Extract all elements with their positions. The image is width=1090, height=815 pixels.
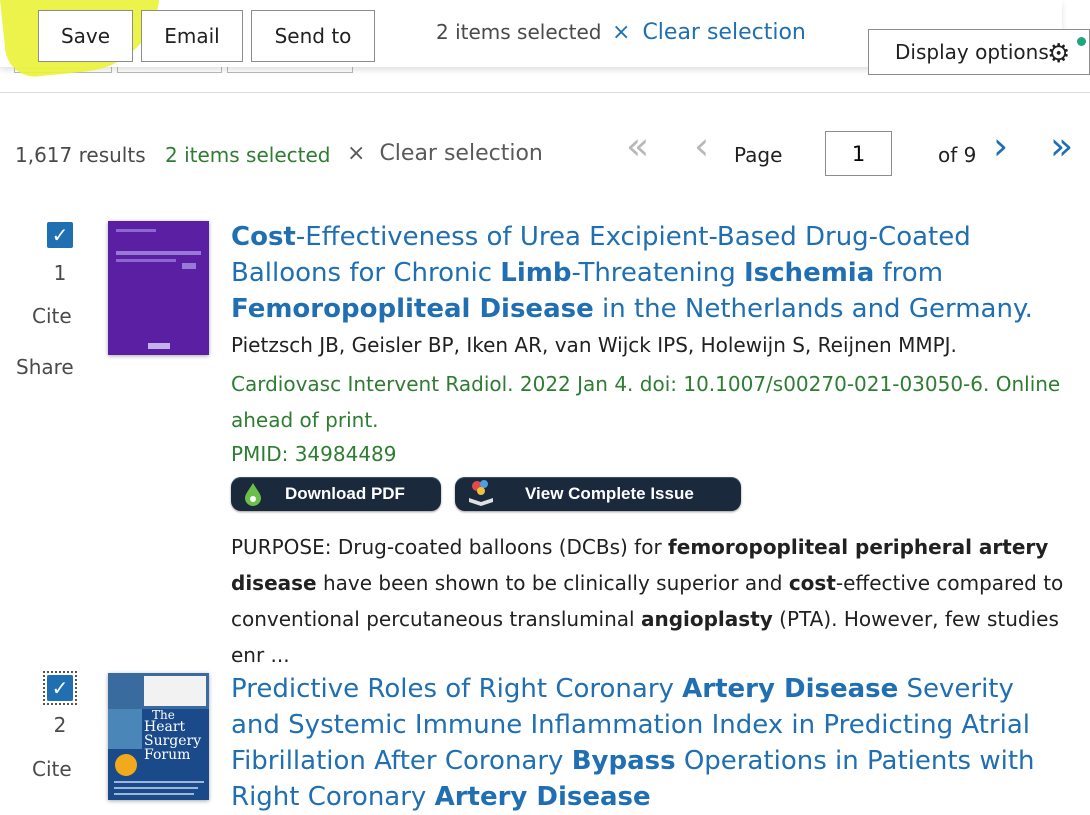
abstract-snippet: PURPOSE: Drug-coated balloons (DCBs) for… bbox=[231, 529, 1081, 673]
last-page-icon[interactable]: » bbox=[1050, 124, 1073, 168]
clear-selection-button[interactable]: × Clear selection bbox=[347, 141, 543, 166]
result-checkbox[interactable]: ✓ bbox=[47, 222, 73, 248]
text-segment: from bbox=[874, 258, 944, 288]
selected-count: 2 items selected bbox=[165, 143, 331, 167]
display-options-label: Display options bbox=[895, 40, 1049, 64]
download-pdf-label: Download PDF bbox=[285, 484, 405, 503]
first-page-icon[interactable]: « bbox=[626, 124, 649, 168]
page-label: Page bbox=[734, 143, 783, 167]
highlighted-term: cost bbox=[788, 571, 836, 595]
highlighted-term: Limb bbox=[500, 258, 572, 288]
close-icon: × bbox=[612, 20, 631, 45]
status-dot bbox=[1077, 37, 1086, 46]
article-title-link[interactable]: Predictive Roles of Right Coronary Arter… bbox=[231, 671, 1071, 815]
save-button[interactable]: Save bbox=[38, 10, 133, 62]
previous-page-icon[interactable]: ‹ bbox=[694, 124, 709, 168]
display-options-button[interactable]: Display options ⚙ bbox=[868, 29, 1090, 75]
close-icon: × bbox=[347, 141, 366, 166]
send-to-button[interactable]: Send to bbox=[251, 10, 375, 62]
action-bar: Save Email Send to 2 items selected × Cl… bbox=[0, 0, 1090, 93]
highlighted-term: Artery Disease bbox=[682, 674, 899, 704]
journal-cover[interactable]: The Heart Surgery Forum bbox=[108, 673, 209, 800]
result-number: 1 bbox=[53, 261, 67, 285]
result-number: 2 bbox=[53, 713, 67, 737]
cover-journal-title: Heart Surgery Forum bbox=[144, 719, 202, 763]
authors: Pietzsch JB, Geisler BP, Iken AR, van Wi… bbox=[231, 333, 957, 357]
share-button[interactable]: Share bbox=[16, 355, 74, 379]
highlighted-term: angioplasty bbox=[640, 607, 773, 631]
clear-selection-label: Clear selection bbox=[379, 141, 543, 166]
book-icon bbox=[469, 480, 493, 506]
page-number-input[interactable] bbox=[825, 131, 892, 176]
text-segment: in the Netherlands and Germany. bbox=[593, 294, 1033, 324]
text-segment: -Threatening bbox=[571, 258, 744, 288]
next-page-icon[interactable]: › bbox=[993, 124, 1008, 168]
highlighted-term: Ischemia bbox=[744, 258, 875, 288]
text-segment: Predictive Roles of Right Coronary bbox=[231, 674, 683, 704]
cite-button[interactable]: Cite bbox=[32, 757, 72, 781]
pdf-drop-icon bbox=[245, 483, 261, 506]
cite-button[interactable]: Cite bbox=[32, 304, 72, 328]
journal-cover[interactable] bbox=[108, 221, 209, 355]
citation: Cardiovasc Intervent Radiol. 2022 Jan 4.… bbox=[231, 372, 1061, 432]
clear-selection-button[interactable]: × Clear selection bbox=[612, 20, 806, 45]
total-pages: of 9 bbox=[938, 143, 977, 167]
download-pdf-button[interactable]: Download PDF bbox=[231, 477, 441, 511]
selected-count: 2 items selected bbox=[436, 20, 602, 44]
result-checkbox[interactable]: ✓ bbox=[47, 675, 73, 701]
gear-icon: ⚙ bbox=[1047, 39, 1071, 69]
view-complete-issue-label: View Complete Issue bbox=[525, 484, 694, 503]
cover-art bbox=[108, 221, 209, 355]
results-count: 1,617 results bbox=[15, 143, 146, 167]
text-segment: PURPOSE: Drug-coated balloons (DCBs) for bbox=[231, 535, 669, 559]
clear-selection-label: Clear selection bbox=[642, 20, 806, 45]
text-segment: have been shown to be clinically superio… bbox=[316, 571, 789, 595]
view-complete-issue-button[interactable]: View Complete Issue bbox=[455, 477, 741, 511]
highlighted-term: Femoropopliteal Disease bbox=[231, 294, 594, 324]
pmid: PMID: 34984489 bbox=[231, 442, 397, 466]
email-button[interactable]: Email bbox=[141, 10, 243, 62]
highlighted-term: Artery Disease bbox=[434, 782, 651, 812]
highlighted-term: Bypass bbox=[571, 746, 676, 776]
article-title-link[interactable]: Cost-Effectiveness of Urea Excipient-Bas… bbox=[231, 219, 1071, 327]
highlighted-term: Cost bbox=[231, 222, 296, 252]
